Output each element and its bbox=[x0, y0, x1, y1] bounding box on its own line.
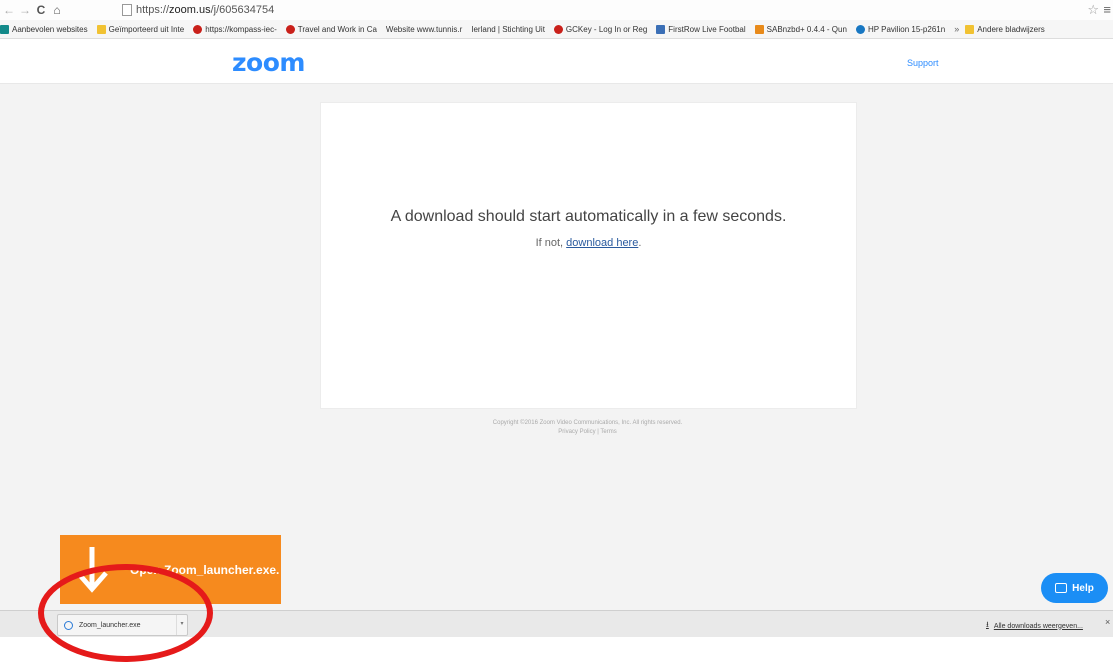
url-scheme: https:// bbox=[136, 3, 170, 16]
bookmark-item[interactable]: Website www.tunnis.r bbox=[386, 25, 462, 34]
bookmarks-bar: Aanbevolen websites Geïmporteerd uit Int… bbox=[0, 20, 1113, 39]
other-bookmarks-folder[interactable]: Andere bladwijzers bbox=[965, 24, 1045, 34]
bookmark-label: Travel and Work in Ca bbox=[297, 24, 377, 34]
bookmark-label: Ierland | Stichting Uit bbox=[471, 24, 545, 34]
help-label: Help bbox=[1072, 582, 1094, 594]
maple-leaf-icon bbox=[553, 24, 563, 34]
bookmark-label: Website www.tunnis.r bbox=[385, 24, 463, 34]
folder-icon bbox=[965, 24, 975, 34]
web-page: zoom Support A download should start aut… bbox=[0, 39, 1113, 610]
bookmark-label: https://kompass-iec- bbox=[205, 24, 277, 34]
maple-leaf-icon bbox=[193, 24, 203, 34]
url-path: /j/605634754 bbox=[210, 3, 275, 16]
bookmark-label: FirstRow Live Footbal bbox=[668, 24, 746, 34]
menu-icon[interactable]: ≡ bbox=[1103, 2, 1111, 17]
copyright-text: Copyright ©2016 Zoom Video Communication… bbox=[492, 420, 683, 426]
show-all-downloads-link[interactable]: ⭳ Alle downloads weergeven... bbox=[986, 619, 1083, 633]
download-arrow-icon: ⭳ bbox=[986, 620, 989, 629]
address-bar[interactable]: https:// zoom.us /j/605634754 bbox=[122, 2, 1082, 17]
maple-leaf-icon bbox=[285, 24, 295, 34]
forward-icon[interactable]: → bbox=[18, 3, 32, 17]
download-here-link[interactable]: download here bbox=[566, 237, 638, 249]
hp-icon bbox=[855, 24, 865, 34]
bookmark-label: Andere bladwijzers bbox=[977, 24, 1045, 34]
fallback-prefix: If not, bbox=[535, 237, 567, 249]
bookmark-item[interactable]: Travel and Work in Ca bbox=[285, 24, 377, 34]
footer-links[interactable]: Privacy Policy | Terms bbox=[320, 428, 855, 437]
download-card: A download should start automatically in… bbox=[320, 102, 857, 409]
bookmark-item[interactable]: Ierland | Stichting Uit bbox=[471, 25, 545, 34]
bookmark-item[interactable]: FirstRow Live Footbal bbox=[656, 24, 746, 34]
bookmark-item[interactable]: Aanbevolen websites bbox=[0, 24, 88, 34]
bing-icon bbox=[0, 24, 9, 34]
copyright-footer: Copyright ©2016 Zoom Video Communication… bbox=[320, 419, 855, 437]
bookmark-item[interactable]: GCKey - Log In or Reg bbox=[553, 24, 648, 34]
bookmark-label: HP Pavilion 15-p261n bbox=[867, 24, 946, 34]
firstrow-icon bbox=[656, 24, 666, 34]
bookmark-label: GCKey - Log In or Reg bbox=[565, 24, 648, 34]
show-all-label: Alle downloads weergeven... bbox=[993, 622, 1083, 630]
page-icon bbox=[122, 3, 132, 16]
reload-icon[interactable]: C bbox=[34, 3, 48, 17]
bookmark-item[interactable]: https://kompass-iec- bbox=[193, 24, 277, 34]
fallback-suffix: . bbox=[638, 237, 642, 249]
bookmarks-overflow-button[interactable]: » bbox=[954, 24, 959, 34]
bookmark-label: Geïmporteerd uit Inte bbox=[108, 24, 185, 34]
folder-icon bbox=[96, 24, 106, 34]
bookmark-label: Aanbevolen websites bbox=[12, 24, 88, 34]
sabnzbd-icon bbox=[754, 24, 764, 34]
red-circle-annotation bbox=[38, 564, 213, 662]
help-button[interactable]: Help bbox=[1041, 573, 1108, 603]
close-shelf-icon[interactable]: × bbox=[1105, 617, 1110, 627]
bookmark-item[interactable]: HP Pavilion 15-p261n bbox=[855, 24, 946, 34]
zoom-logo[interactable]: zoom bbox=[232, 48, 305, 77]
chat-bubble-icon bbox=[1055, 583, 1068, 593]
support-link[interactable]: Support bbox=[907, 58, 939, 68]
bookmark-star-icon[interactable]: ☆ bbox=[1087, 2, 1099, 18]
download-fallback: If not, download here. bbox=[321, 237, 856, 249]
download-headline: A download should start automatically in… bbox=[390, 208, 787, 225]
url-host: zoom.us bbox=[169, 3, 211, 16]
back-icon[interactable]: ← bbox=[2, 3, 16, 17]
browser-toolbar: ← → C ⌂ https:// zoom.us /j/605634754 ☆ … bbox=[0, 0, 1113, 20]
site-header: zoom Support bbox=[0, 39, 1113, 84]
home-icon[interactable]: ⌂ bbox=[50, 3, 64, 17]
bookmark-label: SABnzbd+ 0.4.4 - Qun bbox=[766, 24, 847, 34]
bookmark-item[interactable]: SABnzbd+ 0.4.4 - Qun bbox=[754, 24, 847, 34]
bookmark-item[interactable]: Geïmporteerd uit Inte bbox=[96, 24, 185, 34]
